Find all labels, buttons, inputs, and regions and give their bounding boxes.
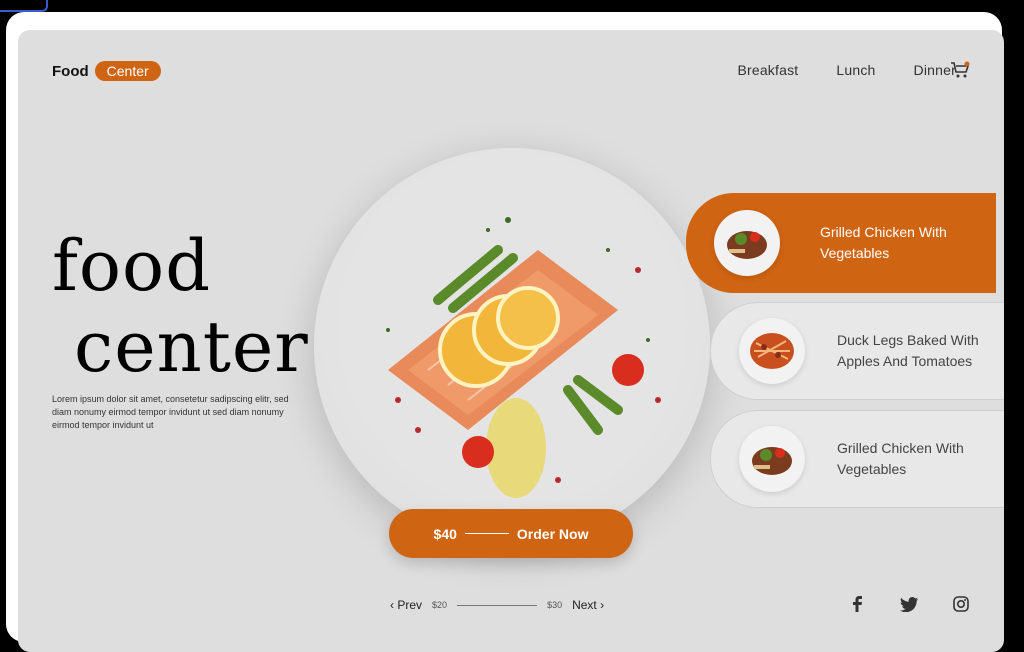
- max-price: $30: [547, 600, 563, 610]
- twitter-icon[interactable]: [900, 595, 918, 613]
- next-button[interactable]: Next ›: [572, 598, 604, 612]
- menu-card-label: Grilled Chicken With Vegetables: [837, 440, 964, 477]
- grilled-chicken-thumbnail: [714, 210, 780, 276]
- prev-label: Prev: [397, 598, 423, 612]
- logo-badge: Center: [94, 61, 161, 81]
- social-links: [848, 595, 970, 613]
- instagram-icon[interactable]: [952, 595, 970, 613]
- hero-title-line1: food: [52, 225, 212, 307]
- price-slider[interactable]: [457, 604, 538, 606]
- pager: ‹ Prev $20 $30 Next ›: [390, 598, 604, 612]
- page: Food Center Breakfast Lunch Dinner food …: [18, 30, 1004, 652]
- facebook-icon[interactable]: [848, 595, 866, 613]
- menu-card-grilled-chicken[interactable]: Grilled Chicken With Vegetables: [686, 193, 996, 293]
- nav-breakfast[interactable]: Breakfast: [737, 62, 798, 78]
- order-now-button[interactable]: $40 Order Now: [389, 509, 633, 558]
- grilled-chicken-thumbnail: [739, 426, 805, 492]
- hero-title-line2: center: [74, 306, 309, 388]
- prev-button[interactable]: ‹ Prev: [390, 598, 422, 612]
- logo[interactable]: Food Center: [52, 61, 161, 81]
- order-divider: [464, 533, 509, 534]
- menu-card-grilled-chicken-2[interactable]: Grilled Chicken With Vegetables: [710, 410, 1004, 508]
- top-nav: Breakfast Lunch Dinner: [737, 62, 956, 78]
- menu-card-label: Grilled Chicken With Vegetables: [820, 224, 947, 261]
- cart-icon[interactable]: [950, 61, 970, 79]
- menu-card-duck-legs[interactable]: Duck Legs Baked With Apples And Tomatoes: [710, 302, 1004, 400]
- browser-frame: Food Center Breakfast Lunch Dinner food …: [6, 12, 1004, 652]
- order-label: Order Now: [516, 525, 589, 542]
- hero-description: Lorem ipsum dolor sit amet, consetetur s…: [52, 394, 289, 430]
- salmon-dish-image: [386, 217, 661, 498]
- min-price: $20: [432, 600, 448, 610]
- order-price: $40: [433, 525, 457, 542]
- next-label: Next: [572, 598, 597, 612]
- logo-text: Food: [52, 62, 89, 80]
- duck-legs-thumbnail: [739, 318, 805, 384]
- menu-card-label: Duck Legs Baked With Apples And Tomatoes: [837, 332, 979, 369]
- nav-lunch[interactable]: Lunch: [836, 62, 875, 78]
- window-corner-accent: [0, 0, 48, 12]
